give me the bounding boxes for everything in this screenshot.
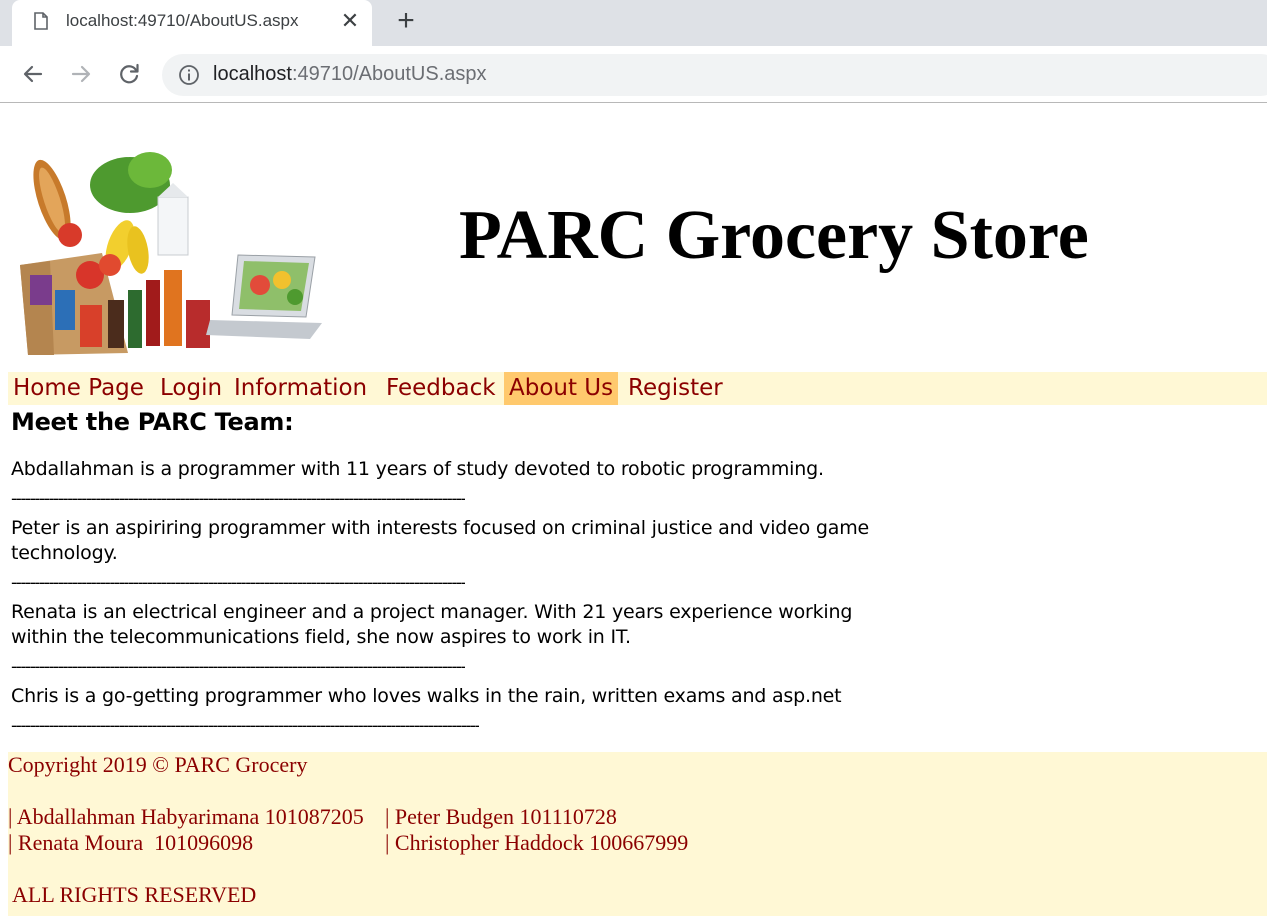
page-heading: Meet the PARC Team:	[11, 408, 294, 436]
footer-member: | Renata Moura 101096098	[8, 830, 254, 855]
reload-icon[interactable]	[115, 60, 143, 88]
team-bio-chris: Chris is a go-getting programmer who lov…	[11, 685, 842, 707]
separator: ----------------------------------------…	[11, 716, 480, 736]
grocery-bag-logo	[10, 115, 325, 365]
menu-item-home-page[interactable]: Home Page	[8, 372, 149, 405]
menu-item-information[interactable]: Information	[229, 372, 372, 405]
page-icon	[34, 12, 48, 30]
back-arrow-icon[interactable]	[19, 60, 47, 88]
forward-arrow-icon[interactable]	[67, 60, 95, 88]
url-text[interactable]: localhost:49710/AboutUS.aspx	[213, 63, 487, 86]
menu-item-feedback[interactable]: Feedback	[381, 372, 501, 405]
main-menu: Home Page Login Information Feedback Abo…	[8, 372, 1267, 405]
address-bar[interactable]: localhost:49710/AboutUS.aspx	[162, 54, 1267, 96]
info-icon[interactable]	[178, 64, 200, 86]
separator: ----------------------------------------…	[11, 573, 466, 593]
close-icon[interactable]: ✕	[338, 9, 362, 33]
separator: ----------------------------------------…	[11, 657, 466, 677]
team-bio-abdallahman: Abdallahman is a programmer with 11 year…	[11, 458, 824, 480]
browser-tab[interactable]: localhost:49710/AboutUS.aspx ✕	[12, 0, 372, 46]
page-content: PARC Grocery Store Home Page Login Infor…	[0, 103, 1267, 916]
plus-icon[interactable]: +	[392, 6, 420, 36]
team-bio-peter: Peter is an aspiriring programmer with i…	[11, 517, 870, 564]
tab-title: localhost:49710/AboutUS.aspx	[66, 11, 299, 30]
separator: ----------------------------------------…	[11, 489, 466, 509]
browser-toolbar: localhost:49710/AboutUS.aspx	[0, 46, 1267, 103]
menu-item-login[interactable]: Login	[155, 372, 227, 405]
footer-member: | Abdallahman Habyarimana 101087205	[8, 804, 364, 829]
team-bio-renata: Renata is an electrical engineer and a p…	[11, 601, 853, 648]
footer-member: | Peter Budgen 101110728	[385, 804, 617, 829]
footer-rights: ALL RIGHTS RESERVED	[12, 882, 257, 907]
footer: Copyright 2019 © PARC Grocery | Abdallah…	[8, 752, 1267, 916]
footer-member: | Christopher Haddock 100667999	[385, 830, 689, 855]
browser-tab-strip: localhost:49710/AboutUS.aspx ✕ +	[0, 0, 1267, 46]
menu-item-about-us[interactable]: About Us	[504, 372, 619, 405]
footer-copyright: Copyright 2019 © PARC Grocery	[8, 752, 308, 777]
menu-item-register[interactable]: Register	[623, 372, 728, 405]
site-title: PARC Grocery Store	[459, 197, 1089, 274]
